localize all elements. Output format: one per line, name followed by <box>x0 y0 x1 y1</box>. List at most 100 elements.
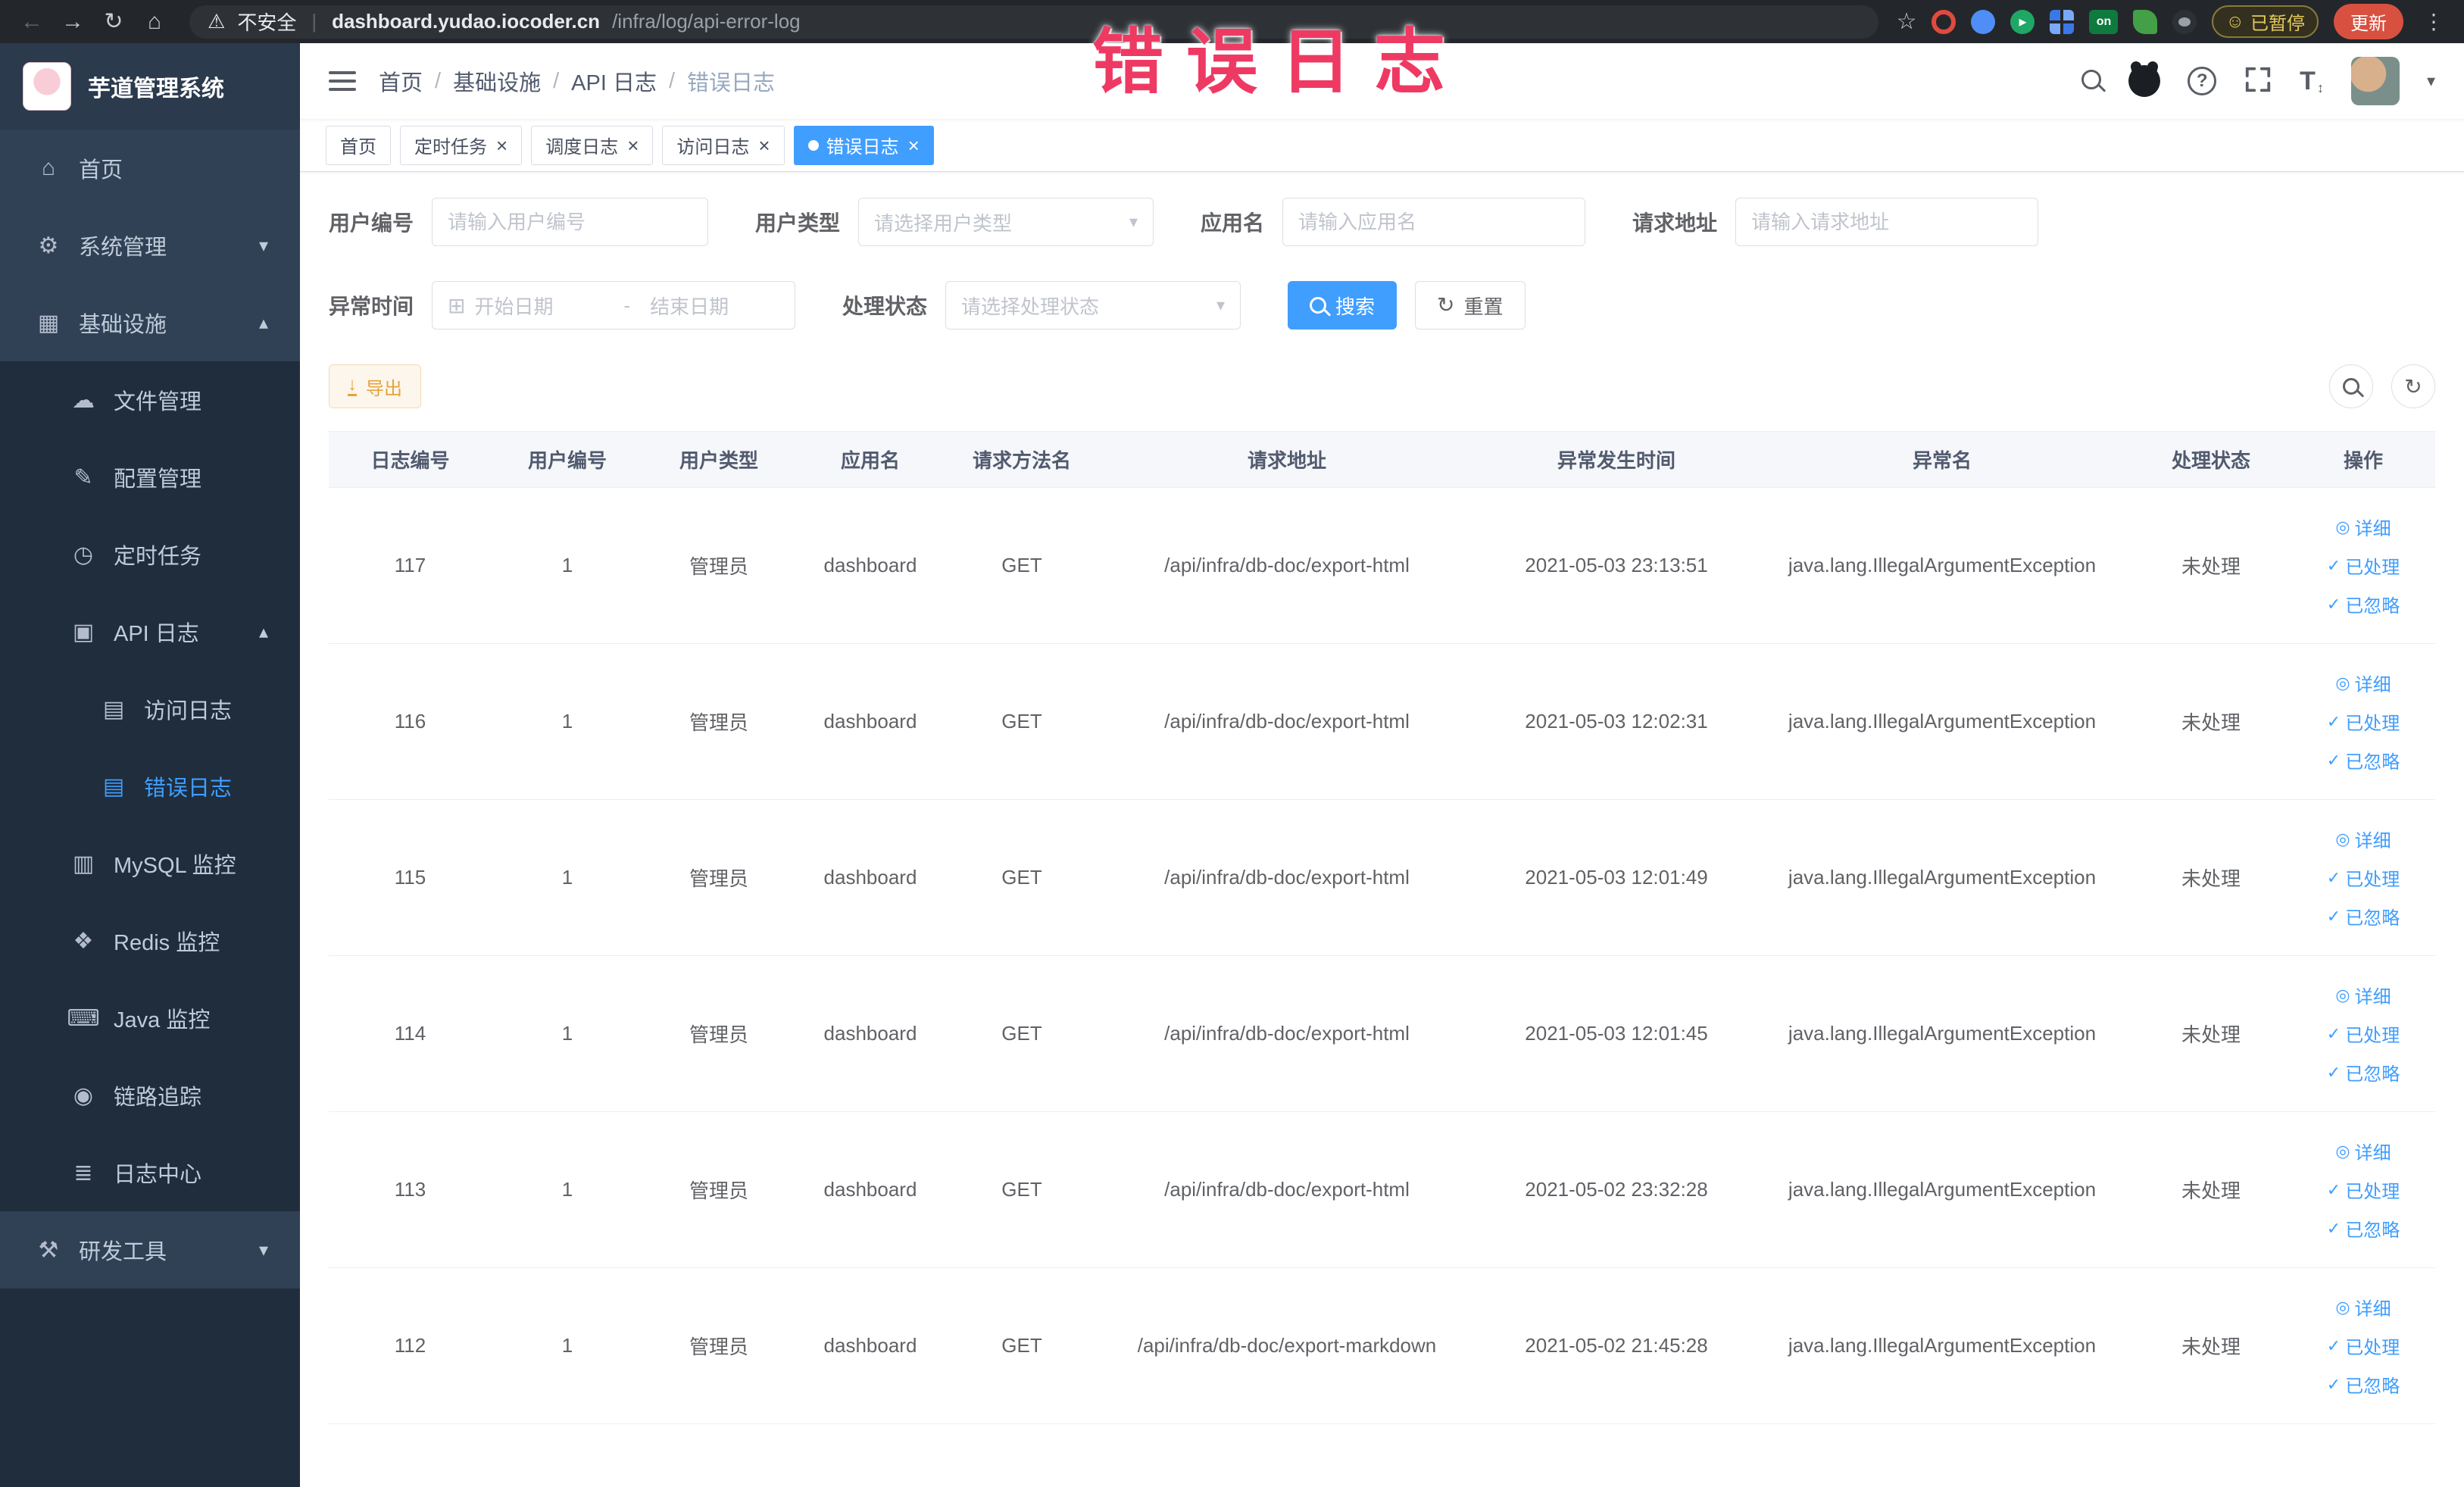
breadcrumb-item[interactable]: 首页 <box>379 65 423 97</box>
user-type-select[interactable]: 请选择用户类型 ▾ <box>858 198 1154 246</box>
cell: dashboard <box>823 554 917 576</box>
browser-menu-icon[interactable]: ⋮ <box>2419 9 2449 34</box>
cell: dashboard <box>823 1178 917 1201</box>
help-icon[interactable]: ? <box>2188 67 2217 95</box>
extension-icon-3[interactable]: ▸ <box>2010 9 2035 34</box>
toggle-search-button[interactable] <box>2329 364 2373 408</box>
action-detail-link[interactable]: ◎ 详细 <box>2335 514 2391 540</box>
extension-icon-2[interactable] <box>1971 9 1996 34</box>
sidebar-item-system[interactable]: ⚙ 系统管理 ▾ <box>0 207 300 284</box>
action-ignored-link[interactable]: ✓ 已忽略 <box>2327 591 2400 617</box>
extension-icon-4[interactable] <box>2050 9 2075 34</box>
face-icon: ☺ <box>2225 11 2244 32</box>
extension-icon-5[interactable] <box>2133 9 2158 34</box>
sidebar-item-api-log[interactable]: ▣ API 日志 ▴ <box>0 593 300 670</box>
sidebar-item-job[interactable]: ◷ 定时任务 <box>0 516 300 593</box>
cell: GET <box>1001 1178 1042 1201</box>
tab-访问日志[interactable]: 访问日志 × <box>662 125 785 165</box>
tab-调度日志[interactable]: 调度日志 × <box>531 125 654 165</box>
avatar[interactable] <box>2350 57 2400 105</box>
user-id-input[interactable] <box>448 210 693 234</box>
update-button[interactable]: 更新 <box>2334 4 2403 39</box>
extension-icon-1[interactable] <box>1932 9 1957 34</box>
extension-on-badge[interactable]: on <box>2089 9 2119 34</box>
action-processed-link[interactable]: ✓ 已处理 <box>2327 1332 2400 1359</box>
address-bar[interactable]: ⚠ 不安全 | dashboard.yudao.iocoder.cn/infra… <box>189 5 1878 39</box>
action-detail-link[interactable]: ◎ 详细 <box>2335 1138 2391 1164</box>
breadcrumb-item[interactable]: 错误日志 <box>687 65 775 97</box>
close-icon[interactable]: × <box>908 136 920 155</box>
java-icon: ⌨ <box>67 1005 100 1031</box>
tab-错误日志[interactable]: 错误日志 × <box>793 125 934 165</box>
sidebar-item-infra[interactable]: ▦ 基础设施 ▴ <box>0 284 300 361</box>
avatar-caret-icon[interactable]: ▾ <box>2427 71 2435 91</box>
sidebar-item-label: 定时任务 <box>114 545 202 569</box>
action-detail-link[interactable]: ◎ 详细 <box>2335 1294 2391 1320</box>
action-processed-link[interactable]: ✓ 已处理 <box>2327 864 2400 891</box>
action-processed-link[interactable]: ✓ 已处理 <box>2327 1176 2400 1203</box>
action-ignored-link[interactable]: ✓ 已忽略 <box>2327 1215 2400 1242</box>
sidebar-item-home[interactable]: ⌂ 首页 <box>0 130 300 207</box>
cell: java.lang.IllegalArgumentException <box>1788 866 2097 889</box>
hamburger-icon[interactable] <box>329 66 356 96</box>
export-button[interactable]: ↓ 导出 <box>329 364 421 408</box>
close-icon[interactable]: × <box>627 136 639 155</box>
action-ignored-link[interactable]: ✓ 已忽略 <box>2327 903 2400 929</box>
action-ignored-link[interactable]: ✓ 已忽略 <box>2327 1371 2400 1398</box>
page-content: 用户编号 用户类型 请选择用户类型 ▾ 应用名 <box>300 172 2464 1487</box>
sidebar-item-access-log[interactable]: ▤ 访问日志 <box>0 670 300 748</box>
action-label: 已忽略 <box>2345 908 2400 929</box>
action-detail-link[interactable]: ◎ 详细 <box>2335 982 2391 1008</box>
tab-定时任务[interactable]: 定时任务 × <box>400 125 523 165</box>
process-status-select[interactable]: 请选择处理状态 ▾ <box>945 281 1241 330</box>
action-processed-link[interactable]: ✓ 已处理 <box>2327 708 2400 735</box>
tab-label: 调度日志 <box>545 137 619 158</box>
sidebar-item-java[interactable]: ⌨ Java 监控 <box>0 979 300 1057</box>
header-search-icon[interactable] <box>2081 69 2102 93</box>
github-icon[interactable] <box>2128 65 2161 97</box>
action-processed-link[interactable]: ✓ 已处理 <box>2327 552 2400 579</box>
sidebar-item-mysql[interactable]: ▥ MySQL 监控 <box>0 825 300 902</box>
bookmark-star-icon[interactable]: ☆ <box>1897 8 1917 35</box>
app-name-input[interactable] <box>1298 210 1570 234</box>
back-icon[interactable]: ← <box>15 5 48 39</box>
sidebar-item-file[interactable]: ☁ 文件管理 <box>0 361 300 439</box>
action-detail-link[interactable]: ◎ 详细 <box>2335 670 2391 696</box>
action-processed-link[interactable]: ✓ 已处理 <box>2327 1020 2400 1047</box>
paused-badge[interactable]: ☺ 已暂停 <box>2212 5 2319 38</box>
action-ignored-link[interactable]: ✓ 已忽略 <box>2327 747 2400 773</box>
close-icon[interactable]: × <box>758 136 770 155</box>
fullscreen-icon[interactable] <box>2244 65 2272 98</box>
action-detail-link[interactable]: ◎ 详细 <box>2335 826 2391 852</box>
breadcrumb-item[interactable]: API 日志 <box>571 65 657 97</box>
error-log-annotation: 错误日志 <box>1092 22 1469 102</box>
date-range-picker[interactable]: ⊞ 开始日期 - 结束日期 <box>432 281 796 330</box>
refresh-table-button[interactable]: ↻ <box>2391 364 2435 408</box>
breadcrumb: 首页 / 基础设施 / API 日志 / 错误日志 <box>379 65 775 97</box>
sidebar-item-redis[interactable]: ❖ Redis 监控 <box>0 902 300 979</box>
sidebar-item-dev-tools[interactable]: ⚒ 研发工具 ▾ <box>0 1211 300 1289</box>
config-icon: ✎ <box>73 464 93 490</box>
reload-icon[interactable]: ↻ <box>97 5 130 39</box>
extension-icon-6[interactable] <box>2172 9 2197 34</box>
app-logo-row[interactable]: 芋道管理系统 <box>0 43 300 130</box>
reset-button[interactable]: ↻ 重置 <box>1415 281 1526 330</box>
cell: 113 <box>394 1178 426 1201</box>
tab-首页[interactable]: 首页 <box>326 125 391 165</box>
font-size-icon[interactable]: T ↕ <box>2300 67 2324 96</box>
close-icon[interactable]: × <box>496 136 507 155</box>
home-icon[interactable]: ⌂ <box>138 5 171 39</box>
cell: dashboard <box>823 866 917 889</box>
action-ignored-link[interactable]: ✓ 已忽略 <box>2327 1059 2400 1086</box>
security-label[interactable]: 不安全 <box>237 8 296 36</box>
sidebar-item-trace[interactable]: ◉ 链路追踪 <box>0 1057 300 1134</box>
cell: GET <box>1001 554 1042 576</box>
forward-icon[interactable]: → <box>56 5 89 39</box>
sidebar-item-error-log[interactable]: ▤ 错误日志 <box>0 748 300 825</box>
breadcrumb-item[interactable]: 基础设施 <box>453 65 541 97</box>
sidebar-item-label: 访问日志 <box>144 699 233 723</box>
sidebar-item-config[interactable]: ✎ 配置管理 <box>0 439 300 516</box>
search-button[interactable]: 搜索 <box>1288 281 1398 330</box>
request-url-input[interactable] <box>1751 210 2023 234</box>
sidebar-item-log-center[interactable]: ≣ 日志中心 <box>0 1134 300 1211</box>
